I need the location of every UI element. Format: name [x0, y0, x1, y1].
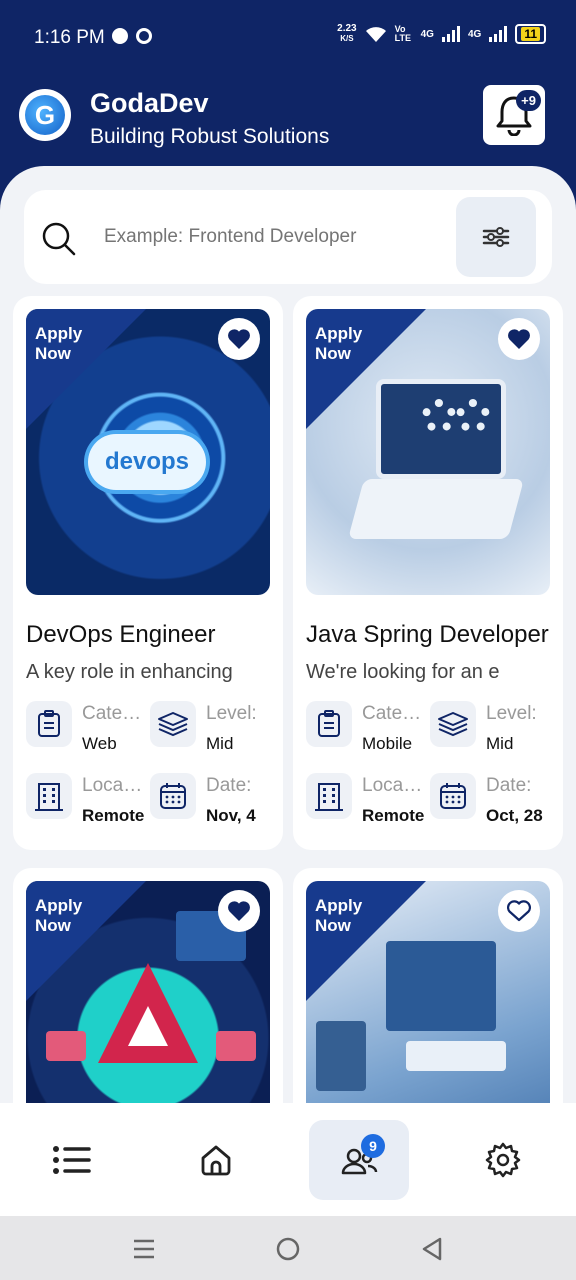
meta-location: Location Remote — [26, 773, 146, 829]
meta-date: Date: Nov, 4 — [150, 773, 270, 829]
nav-list[interactable] — [22, 1120, 122, 1200]
gear-graphic — [422, 399, 456, 433]
home-system-button[interactable] — [273, 1234, 303, 1264]
home-circle-icon — [276, 1237, 300, 1261]
devops-cloud-graphic: devops — [88, 434, 206, 490]
nav-settings[interactable] — [453, 1120, 553, 1200]
job-image: Apply Now — [306, 309, 550, 595]
back-button[interactable] — [417, 1234, 447, 1264]
job-title: DevOps Engineer — [26, 621, 216, 648]
status-right-icons: 2.23 K/S Vo LTE 4G 4G 11 — [337, 24, 546, 44]
battery-level: 11 — [521, 27, 540, 41]
logo-letter: G — [25, 95, 65, 135]
list-icon — [53, 1146, 91, 1174]
job-description: We're looking for an e — [306, 661, 500, 683]
heart-filled-icon — [228, 901, 250, 921]
network-speed: 2.23 K/S — [337, 23, 357, 44]
status-notification-icons — [112, 28, 152, 44]
app-notification-icon — [136, 28, 152, 44]
heart-filled-icon — [508, 329, 530, 349]
apply-now-badge[interactable]: Apply Now — [315, 324, 375, 364]
notification-badge: +9 — [516, 90, 541, 111]
job-card[interactable]: devops Apply Now DevOps Engineer A key r… — [13, 296, 283, 850]
status-bar: 1:16 PM 2.23 K/S Vo LTE 4G 4G 11 — [0, 0, 576, 76]
chat-notification-icon — [112, 28, 128, 44]
apply-now-badge[interactable]: Apply Now — [35, 324, 95, 364]
signal-icon-1 — [441, 26, 460, 42]
sliders-icon — [482, 227, 510, 247]
meta-level: Level: Mid — [430, 701, 550, 757]
network-type-2: 4G — [467, 28, 482, 40]
building-icon — [306, 773, 352, 819]
nav-home[interactable] — [166, 1120, 266, 1200]
server-graphic — [316, 1021, 366, 1091]
job-title: Java Spring Developer — [306, 621, 549, 648]
gear-graphic — [456, 399, 490, 433]
users-badge: 9 — [361, 1134, 385, 1158]
filter-button[interactable] — [456, 197, 536, 277]
meta-category: Category Mobile — [306, 701, 426, 757]
heart-outline-icon — [507, 900, 531, 922]
meta-level: Level: Mid — [150, 701, 270, 757]
favorite-button[interactable] — [218, 318, 260, 360]
home-icon — [201, 1145, 231, 1176]
app-logo: G — [19, 89, 71, 141]
bottom-navigation: 9 — [0, 1103, 576, 1216]
meta-location: Location Remote — [306, 773, 426, 829]
notifications-button[interactable]: +9 — [483, 85, 545, 145]
recents-icon — [134, 1239, 154, 1259]
apply-now-badge[interactable]: Apply Now — [35, 896, 95, 936]
heart-filled-icon — [228, 329, 250, 349]
meta-category: Category Web — [26, 701, 146, 757]
search-bar — [24, 190, 552, 284]
apply-now-badge[interactable]: Apply Now — [315, 896, 375, 936]
calendar-icon — [150, 773, 196, 819]
keyboard-graphic — [406, 1041, 506, 1071]
layers-icon — [150, 701, 196, 747]
app-subtitle: Building Robust Solutions — [90, 125, 330, 148]
meta-date: Date: Oct, 28 — [430, 773, 550, 829]
angular-logo-inner — [128, 1006, 168, 1046]
search-icon — [42, 222, 76, 256]
nav-users[interactable]: 9 — [309, 1120, 409, 1200]
building-icon — [26, 773, 72, 819]
search-input[interactable] — [104, 190, 454, 284]
job-description: A key role in enhancing — [26, 661, 233, 683]
battery-icon: 11 — [515, 24, 546, 44]
clipboard-icon — [26, 701, 72, 747]
status-time: 1:16 PM — [34, 27, 105, 48]
signal-icon-2 — [489, 26, 508, 42]
recents-button[interactable] — [129, 1234, 159, 1264]
volte-indicator: Vo LTE — [394, 24, 411, 43]
clipboard-icon — [306, 701, 352, 747]
calendar-icon — [430, 773, 476, 819]
screen-graphic — [216, 1031, 256, 1061]
layers-icon — [430, 701, 476, 747]
wifi-icon — [365, 27, 386, 42]
favorite-button[interactable] — [218, 890, 260, 932]
app-header: G GodaDev Building Robust Solutions +9 — [0, 76, 576, 176]
java-keyboard-graphic — [347, 479, 525, 539]
system-navigation-bar — [0, 1216, 576, 1280]
favorite-button[interactable] — [498, 890, 540, 932]
screen-graphic — [46, 1031, 86, 1061]
job-card[interactable]: Apply Now Java Spring Developer We're lo… — [293, 296, 563, 850]
settings-icon — [485, 1142, 521, 1178]
favorite-button[interactable] — [498, 318, 540, 360]
back-triangle-icon — [422, 1237, 442, 1261]
app-title: GodaDev — [90, 88, 209, 118]
job-image: devops Apply Now — [26, 309, 270, 595]
network-type-1: 4G — [420, 28, 434, 40]
